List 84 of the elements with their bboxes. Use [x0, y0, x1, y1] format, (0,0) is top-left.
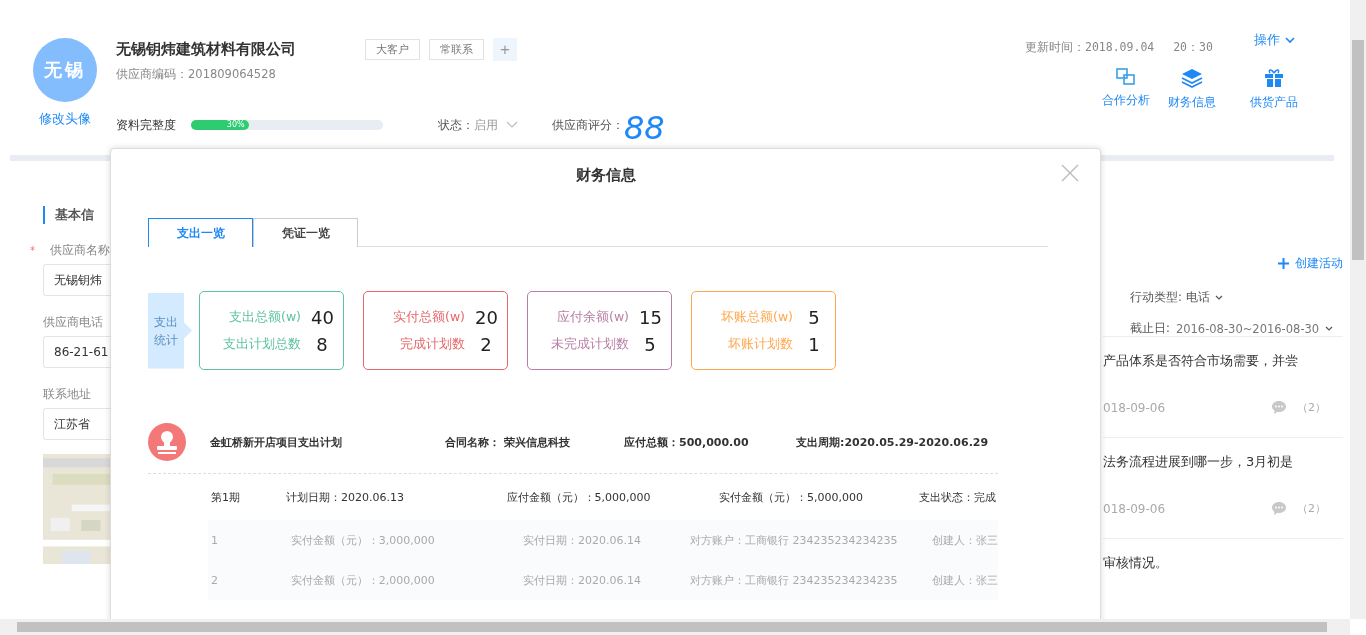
- comment-count: （2）: [1297, 400, 1326, 415]
- table-cell-text: 实付金额（元）：3,000,000: [289, 532, 436, 548]
- stat-value: 15: [639, 306, 661, 328]
- stats-label: 支出统计: [148, 292, 192, 369]
- chevron-down-icon: [1214, 295, 1223, 300]
- payment-period: 支出周期:2020.05.29-2020.06.29: [796, 434, 989, 450]
- vertical-scrollbar[interactable]: [1350, 0, 1366, 619]
- payable-amount: 应付金额（元）：5,000,000: [505, 489, 652, 505]
- table-cell-text: 2: [210, 573, 219, 587]
- stat-value: 1: [807, 333, 821, 355]
- tag[interactable]: 常联系: [429, 39, 484, 60]
- stage-name: 第1期: [210, 489, 241, 505]
- stat-label: 完成计划数: [400, 335, 465, 353]
- table-cell-text: 实付日期：2020.06.14: [522, 572, 643, 588]
- dialog-title: 财务信息: [575, 166, 636, 184]
- close-icon[interactable]: [1061, 164, 1079, 182]
- deadline-label: 截止日:: [1130, 321, 1170, 336]
- stat-value: 5: [643, 333, 657, 355]
- activity-text: 审核情况。: [1103, 555, 1168, 570]
- comment-icon[interactable]: [1271, 501, 1287, 516]
- completeness-label: 资料完整度: [116, 116, 177, 134]
- activity-date: 018-09-06: [1103, 400, 1167, 415]
- comment-count: （2）: [1297, 501, 1326, 516]
- stamp-icon: [148, 423, 186, 461]
- table-cell: 对方账户：工商银行 234235234234235: [689, 532, 899, 548]
- activity-date: 018-09-06: [1103, 501, 1167, 516]
- layers-icon: [1181, 68, 1203, 88]
- required-mark: *: [30, 244, 36, 256]
- table-cell-text: 实付日期：2020.06.14: [522, 532, 643, 548]
- activity-text: 产品体系是否符合市场需要，并尝: [1103, 353, 1298, 368]
- table-cell-text: 1: [210, 533, 219, 547]
- tab[interactable]: 支出一览: [148, 218, 253, 247]
- shortcut-button[interactable]: 财务信息: [1161, 68, 1223, 111]
- shortcut-button[interactable]: 合作分析: [1095, 68, 1157, 111]
- score-label: 供应商评分：: [552, 116, 624, 134]
- activity-type-filter[interactable]: 行动类型: 电话: [1130, 290, 1210, 305]
- stat-label: 支出总额(w): [229, 308, 301, 326]
- overlapping-squares-icon: [1116, 68, 1136, 86]
- stat-label: 应付余额(w): [557, 308, 629, 326]
- contract-name: 荣兴信息科技: [504, 434, 571, 450]
- stat-label: 坏账计划数: [728, 335, 793, 353]
- create-activity-link[interactable]: 创建活动: [1295, 255, 1343, 272]
- update-time: 更新时间：2018.09.04 20：30: [1025, 40, 1214, 55]
- table-cell: 对方账户：工商银行 234235234234235: [689, 572, 899, 588]
- add-tag-button[interactable]: +: [493, 38, 517, 61]
- chevron-down-icon: [506, 121, 518, 129]
- contract-label: 合同名称：: [445, 434, 500, 450]
- payable-total: 应付总额：500,000.00: [624, 434, 750, 450]
- plan-title: 金虹桥新开店项目支出计划: [210, 434, 343, 450]
- supplier-score: 88: [624, 112, 665, 144]
- horizontal-scrollbar[interactable]: [0, 619, 1350, 635]
- action-menu[interactable]: 操作: [1254, 31, 1295, 49]
- supplier-code: 供应商编码：201809064528: [116, 67, 277, 82]
- chevron-down-icon: [1285, 36, 1295, 44]
- stat-value: 2: [479, 333, 493, 355]
- avatar: 无锡: [33, 38, 97, 102]
- stat-value: 8: [315, 333, 329, 355]
- gift-icon: [1264, 68, 1284, 88]
- tag[interactable]: 大客户: [365, 39, 420, 60]
- stat-label: 实付总额(w): [393, 308, 465, 326]
- status-select[interactable]: 状态：启用: [438, 116, 498, 134]
- company-name: 无锡钥炜建筑材料有限公司: [116, 40, 297, 59]
- field-label: 供应商电话: [43, 313, 103, 331]
- shortcut-button[interactable]: 供货产品: [1243, 68, 1305, 111]
- plan-date: 计划日期：2020.06.13: [286, 489, 405, 505]
- stat-value: 40: [311, 306, 333, 328]
- date-range-field[interactable]: 2016-08-30~2016-08-30: [1175, 321, 1320, 336]
- stat-label: 未完成计划数: [551, 335, 629, 353]
- plus-icon[interactable]: [1278, 258, 1289, 269]
- payment-status: 支出状态：完成: [918, 489, 996, 505]
- progress-fill: 30%: [191, 120, 249, 130]
- stat-label: 支出计划总数: [223, 335, 301, 353]
- tab[interactable]: 凭证一览: [253, 218, 358, 247]
- paid-amount: 实付金额（元）：5,000,000: [718, 489, 864, 505]
- activity-text: 法务流程进展到哪一步，3月初是: [1103, 454, 1294, 469]
- change-avatar-link[interactable]: 修改头像: [39, 110, 91, 128]
- table-cell-text: 实付金额（元）：2,000,000: [289, 572, 436, 588]
- comment-icon[interactable]: [1271, 400, 1287, 415]
- stat-value: 20: [475, 306, 497, 328]
- field-label: 联系地址: [43, 385, 91, 403]
- stat-value: 5: [807, 306, 821, 328]
- stat-label: 坏账总额(w): [721, 308, 793, 326]
- field-label: 供应商名称: [50, 241, 110, 259]
- chevron-down-icon: [1325, 326, 1334, 331]
